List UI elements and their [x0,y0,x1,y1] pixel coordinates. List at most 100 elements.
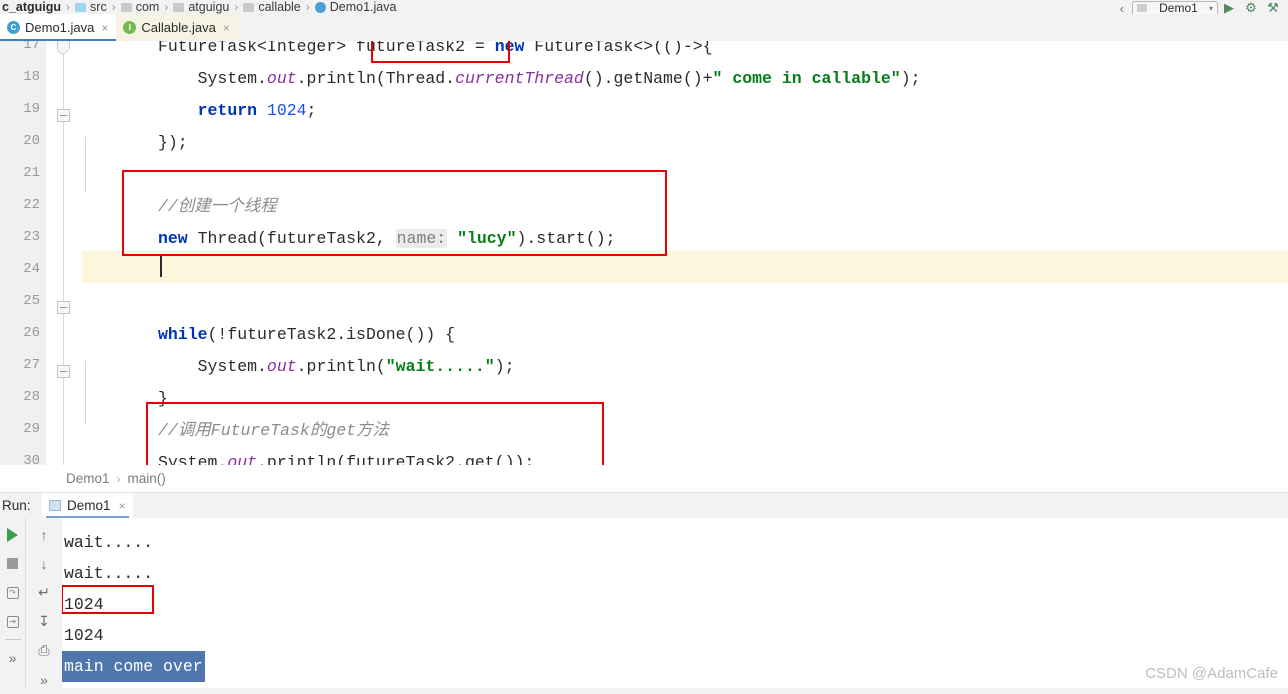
line-number: 27 [23,357,40,373]
breadcrumb-separator: › [66,0,71,14]
code-token: .println( [296,357,386,376]
code-token: System. [158,357,267,376]
code-token: System. [158,69,267,88]
line-number-gutter: 17 18 19 20 21 22 23 24 25 26 27 28 29 3… [0,41,46,465]
close-icon[interactable]: × [101,22,108,34]
code-line-28: } [158,383,168,415]
code-token-static-field: out [266,69,297,88]
dump-threads-button[interactable]: ⇥ [1,607,25,636]
status-bar-strip [0,688,1288,694]
breadcrumb-callable-label: callable [258,0,301,14]
breadcrumb-item-atguigu[interactable]: atguigu [173,0,229,14]
run-panel-label: Run: [2,498,31,513]
breadcrumb-item-com[interactable]: com [120,0,159,14]
fold-marker-collapse[interactable] [57,365,70,378]
run-tab-demo1[interactable]: Demo1 × [42,493,133,518]
editor-breadcrumb[interactable]: Demo1 › main() [0,465,1288,493]
breadcrumb-src-label: src [90,0,107,14]
code-line-17: FutureTask<Integer> futureTask2 = new Fu… [158,41,713,63]
breadcrumb-item-module[interactable]: c_atguigu [2,0,61,14]
code-line-27: System.out.println("wait....."); [158,351,515,383]
console-line: wait..... [64,533,154,552]
folding-guide-line [63,41,64,465]
code-token-futuretask2: futureTask2 [356,41,465,56]
code-line-20: }); [158,127,188,159]
play-icon [7,527,18,542]
close-icon[interactable]: × [119,499,126,513]
code-token-keyword: return [197,101,258,120]
code-token-comment: //调用FutureTask的get方法 [158,421,390,440]
code-editor[interactable]: 17 18 19 20 21 22 23 24 25 26 27 28 29 3… [0,41,1288,465]
console-line-selected: main come over [62,651,205,682]
rerun-button[interactable] [1,520,25,549]
source-folder-icon [75,2,87,12]
code-line-18: System.out.println(Thread.currentThread(… [158,63,921,95]
scroll-to-end-button[interactable]: ↧ [32,607,56,636]
code-folding-gutter[interactable] [46,41,82,465]
java-class-icon [314,1,326,13]
line-number: 19 [23,101,40,117]
code-token: System. [158,453,228,465]
code-line-19: return 1024; [158,95,317,127]
project-breadcrumb[interactable]: c_atguigu › src › com › atguigu › callab… [0,0,1288,14]
code-token: ).start(); [516,229,616,248]
editor-tab-demo1[interactable]: C Demo1.java × [0,14,117,41]
folder-icon [120,2,132,12]
line-number: 29 [23,421,40,437]
export-icon: ↷ [6,586,19,599]
breadcrumb-separator: › [305,0,310,14]
editor-tab-callable[interactable]: I Callable.java × [116,14,238,41]
line-number: 28 [23,389,40,405]
code-token: ; [306,101,317,120]
breadcrumb-atguigu-label: atguigu [188,0,230,14]
run-actions-toolbar: ↷ ⇥ » [0,518,25,694]
console-line: 1024 [64,595,104,614]
line-number: 23 [23,229,40,245]
code-token: Thread(futureTask2, [187,229,396,248]
code-token: .println(futureTask2.get()); [257,453,535,465]
code-token: ().getName()+ [583,69,713,88]
line-number: 21 [23,165,40,181]
export-button[interactable]: ↷ [1,578,25,607]
breadcrumb-item-demo1[interactable]: Demo1.java [314,0,396,14]
code-token: ); [900,69,921,88]
console-line: 1024 [64,626,104,645]
console-line: wait..... [64,564,154,583]
code-line-23: new Thread(futureTask2, name: "lucy").st… [158,223,616,255]
close-icon[interactable]: × [223,22,230,34]
line-number: 17 [23,41,40,53]
breadcrumb-item-src[interactable]: src [75,0,107,14]
breadcrumb-method-main[interactable]: main() [128,471,166,486]
code-line-26: while(!futureTask2.isDone()) { [158,319,455,351]
java-interface-icon: I [123,21,137,34]
breadcrumb-item-callable[interactable]: callable [243,0,301,14]
run-tool-window: Run: Demo1 × ↷ ⇥ » ↑ ↓ ↵ ↧ ⎙ » wait..... [0,493,1288,694]
console-output[interactable]: wait..... wait..... 1024 1024 main come … [62,518,1288,694]
line-number: 26 [23,325,40,341]
code-text-area[interactable]: FutureTask<Integer> futureTask2 = new Fu… [82,41,1288,465]
line-number: 18 [23,69,40,85]
code-token: }); [158,133,188,152]
line-number: 24 [23,261,40,277]
more-options-button[interactable]: » [1,643,25,672]
previous-occurrence-button[interactable]: ↑ [32,520,56,549]
stop-button[interactable] [1,549,25,578]
fold-marker-region-start[interactable] [57,41,70,49]
code-token-comment: //创建一个线程 [158,197,277,216]
code-token-string: "lucy" [457,229,517,248]
code-token-keyword: new [158,229,188,248]
print-button[interactable]: ⎙ [32,636,56,665]
minus-icon [60,307,67,308]
code-token: = [464,41,495,56]
next-occurrence-button[interactable]: ↓ [32,549,56,578]
soft-wrap-button[interactable]: ↵ [32,578,56,607]
fold-marker-collapse[interactable] [57,301,70,314]
breadcrumb-separator: › [116,471,121,486]
fold-marker-collapse[interactable] [57,109,70,122]
folder-icon [173,2,185,12]
code-token-static-method: currentThread [455,69,584,88]
breadcrumb-class-demo1[interactable]: Demo1 [66,471,110,486]
line-number: 20 [23,133,40,149]
